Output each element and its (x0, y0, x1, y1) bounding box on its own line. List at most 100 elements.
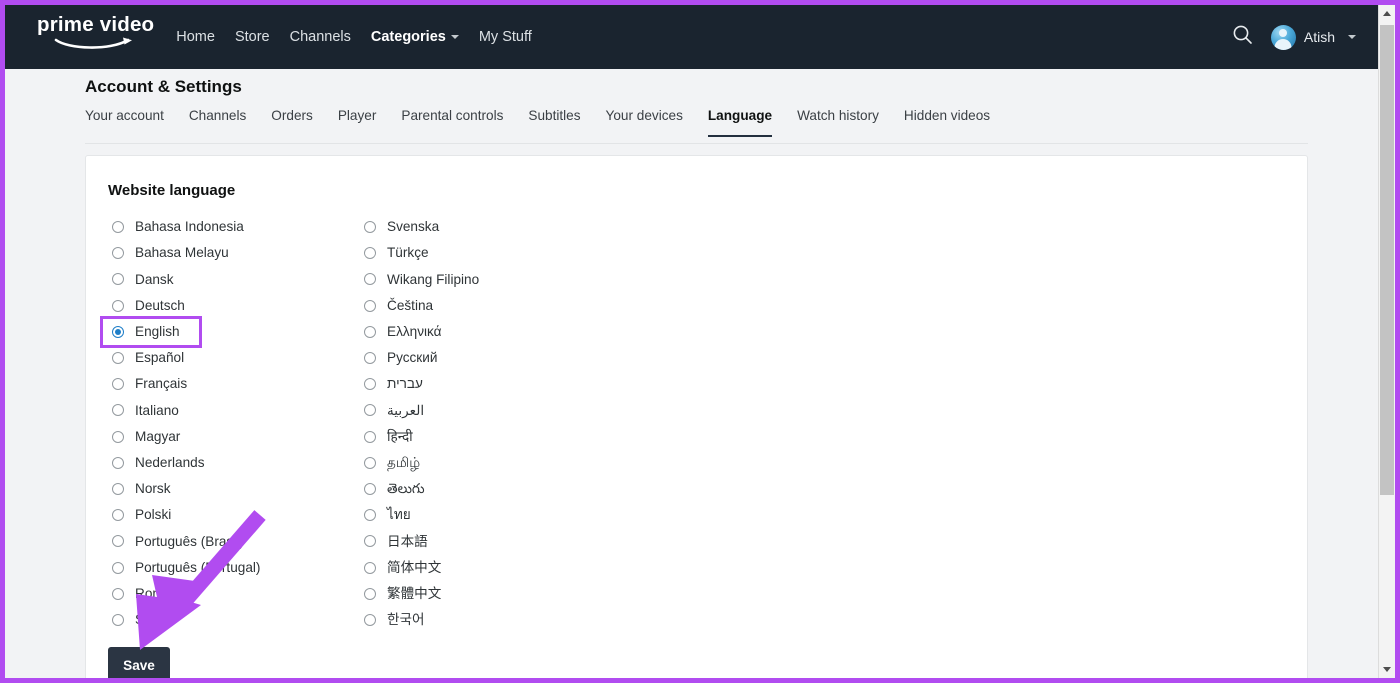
language-option[interactable]: తెలుగు (360, 476, 612, 502)
radio-button[interactable] (112, 535, 124, 547)
radio-button[interactable] (364, 535, 376, 547)
language-option-label: Svenska (387, 220, 439, 234)
language-option[interactable]: Norsk (108, 476, 360, 502)
radio-button[interactable] (112, 588, 124, 600)
language-option-label: Nederlands (135, 456, 205, 470)
language-option[interactable]: Magyar (108, 424, 360, 450)
tab-language[interactable]: Language (708, 109, 772, 137)
language-option-label: Italiano (135, 404, 179, 418)
radio-button[interactable] (364, 588, 376, 600)
language-option[interactable]: Ελληνικά (360, 319, 612, 345)
language-option[interactable]: 繁體中文 (360, 581, 612, 607)
radio-button[interactable] (364, 562, 376, 574)
radio-button[interactable] (364, 431, 376, 443)
radio-button[interactable] (364, 247, 376, 259)
tab-your-account[interactable]: Your account (85, 109, 164, 137)
language-option[interactable]: Deutsch (108, 293, 360, 319)
language-option[interactable]: Português (Brasil) (108, 528, 360, 554)
radio-button[interactable] (112, 509, 124, 521)
search-icon[interactable] (1232, 24, 1253, 50)
language-option-label: 简体中文 (387, 561, 441, 575)
page-scrollbar[interactable] (1378, 5, 1395, 678)
browser-page: prime video Home Store Channels Categori… (5, 5, 1395, 678)
language-option[interactable]: Italiano (108, 397, 360, 423)
radio-button[interactable] (112, 221, 124, 233)
language-option[interactable]: Wikang Filipino (360, 266, 612, 292)
tab-subtitles[interactable]: Subtitles (528, 109, 580, 137)
language-option[interactable]: Türkçe (360, 240, 612, 266)
nav-link-categories[interactable]: Categories (371, 30, 459, 45)
nav-link-my-stuff[interactable]: My Stuff (479, 30, 532, 45)
nav-link-channels[interactable]: Channels (290, 30, 351, 45)
language-option[interactable]: 日本語 (360, 528, 612, 554)
language-option[interactable]: 简体中文 (360, 554, 612, 580)
nav-link-store[interactable]: Store (235, 30, 270, 45)
language-option-label: Bahasa Indonesia (135, 220, 244, 234)
radio-button[interactable] (112, 562, 124, 574)
language-option[interactable]: Português (Portugal) (108, 554, 360, 580)
language-option[interactable]: Bahasa Indonesia (108, 214, 360, 240)
language-option-label: Čeština (387, 299, 433, 313)
tab-player[interactable]: Player (338, 109, 377, 137)
radio-button[interactable] (112, 326, 124, 338)
language-option[interactable]: Nederlands (108, 450, 360, 476)
language-option[interactable]: Svenska (360, 214, 612, 240)
radio-button[interactable] (112, 457, 124, 469)
radio-button[interactable] (364, 326, 376, 338)
scrollbar-thumb[interactable] (1380, 25, 1394, 495)
radio-button[interactable] (112, 483, 124, 495)
radio-button[interactable] (364, 273, 376, 285)
radio-button[interactable] (112, 614, 124, 626)
language-option-label: Português (Portugal) (135, 561, 260, 575)
language-option[interactable]: Español (108, 345, 360, 371)
radio-button[interactable] (112, 273, 124, 285)
language-option-label: Română (135, 587, 186, 601)
language-option[interactable]: हिन्दी (360, 424, 612, 450)
radio-button[interactable] (364, 404, 376, 416)
language-option[interactable]: Română (108, 581, 360, 607)
radio-button[interactable] (112, 300, 124, 312)
language-option[interactable]: Français (108, 371, 360, 397)
radio-button[interactable] (112, 378, 124, 390)
radio-button[interactable] (112, 431, 124, 443)
tab-watch-history[interactable]: Watch history (797, 109, 879, 137)
language-option-label: Português (Brasil) (135, 535, 244, 549)
radio-button[interactable] (364, 457, 376, 469)
tab-orders[interactable]: Orders (271, 109, 313, 137)
radio-button[interactable] (364, 352, 376, 364)
chevron-down-icon (451, 35, 459, 39)
language-option[interactable]: தமிழ் (360, 450, 612, 476)
language-option[interactable]: Polski (108, 502, 360, 528)
language-option[interactable]: עברית (360, 371, 612, 397)
scroll-down-arrow-icon[interactable] (1379, 661, 1395, 678)
scroll-up-arrow-icon[interactable] (1379, 5, 1395, 22)
radio-button[interactable] (364, 614, 376, 626)
save-button[interactable]: Save (108, 647, 170, 678)
radio-button[interactable] (364, 378, 376, 390)
language-option[interactable]: 한국어 (360, 607, 612, 633)
tab-hidden-videos[interactable]: Hidden videos (904, 109, 990, 137)
tab-parental-controls[interactable]: Parental controls (401, 109, 503, 137)
language-option[interactable]: Dansk (108, 266, 360, 292)
radio-button[interactable] (364, 300, 376, 312)
language-option[interactable]: Bahasa Melayu (108, 240, 360, 266)
language-option-selected[interactable]: English (103, 319, 199, 345)
tab-your-devices[interactable]: Your devices (606, 109, 683, 137)
language-option[interactable]: Čeština (360, 293, 612, 319)
radio-button[interactable] (364, 483, 376, 495)
account-menu[interactable]: Atish (1271, 25, 1356, 50)
radio-button[interactable] (364, 221, 376, 233)
radio-button[interactable] (364, 509, 376, 521)
radio-button[interactable] (112, 404, 124, 416)
language-option[interactable]: Suomi (108, 607, 360, 633)
radio-button[interactable] (112, 247, 124, 259)
language-option[interactable]: العربية (360, 397, 612, 423)
language-option[interactable]: Русский (360, 345, 612, 371)
prime-video-logo[interactable]: prime video (37, 15, 154, 59)
tab-channels[interactable]: Channels (189, 109, 246, 137)
language-option[interactable]: ไทย (360, 502, 612, 528)
language-option-label: తెలుగు (387, 482, 425, 496)
radio-button[interactable] (112, 352, 124, 364)
nav-link-home[interactable]: Home (176, 30, 215, 45)
page-title: Account & Settings (85, 77, 242, 97)
